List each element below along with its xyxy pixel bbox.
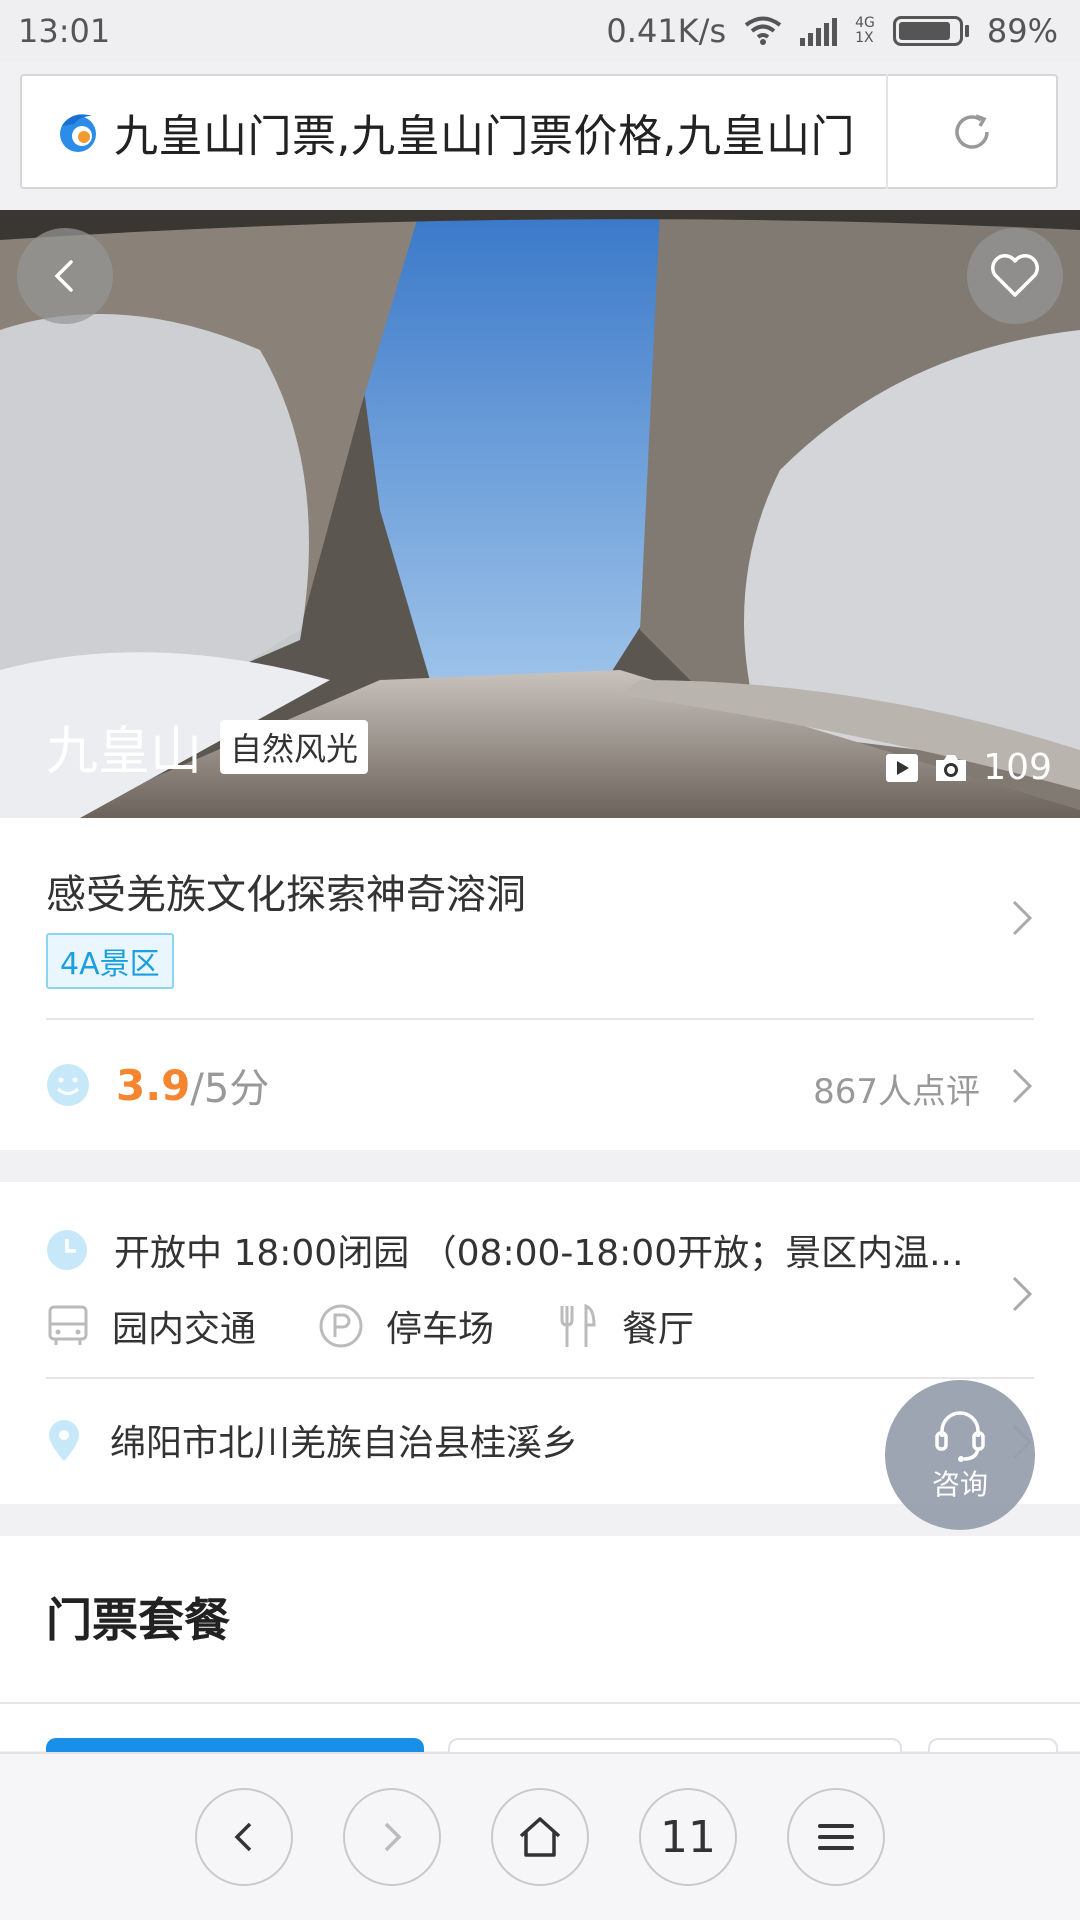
chevron-right-icon	[1012, 1276, 1033, 1312]
browser-bottom-nav: 11	[0, 1752, 1080, 1920]
hero-banner[interactable]: 九皇山 自然风光 109	[0, 210, 1080, 818]
facility-restaurant: 餐厅	[556, 1300, 694, 1352]
hero-title: 九皇山 自然风光	[46, 709, 369, 784]
address: 绵阳市北川羌族自治县桂溪乡	[46, 1414, 578, 1466]
chevron-right-icon	[1012, 1068, 1033, 1104]
slogan: 感受羌族文化探索神奇溶洞	[46, 872, 526, 918]
home-icon	[519, 1817, 561, 1857]
parking-icon	[319, 1304, 363, 1348]
intro-section: 感受羌族文化探索神奇溶洞 4A景区 3.9 /5分 867人点评	[0, 818, 1080, 1150]
smiley-icon	[47, 1064, 89, 1106]
status-bar: 13:01 0.41K/s 4G 1X 89%	[0, 0, 1080, 62]
battery-icon	[892, 16, 969, 46]
consult-label: 咨询	[931, 1468, 988, 1501]
chevron-right-icon	[1012, 900, 1033, 936]
nav-home-button[interactable]	[491, 1788, 589, 1886]
divider	[0, 1702, 1080, 1704]
level-tag: 4A景区	[46, 933, 174, 989]
camera-icon	[936, 754, 967, 781]
media-gallery-button[interactable]: 109	[885, 747, 1052, 788]
video-icon	[886, 753, 919, 782]
status-time: 13:01	[18, 12, 111, 50]
page-url-title[interactable]: 九皇山门票,九皇山门票价格,九皇山门	[114, 100, 886, 164]
heart-icon	[991, 254, 1039, 297]
opening-hours-text: 开放中 18:00闭园 （08:00-18:00开放；景区内温...	[114, 1233, 964, 1274]
menu-icon	[818, 1824, 854, 1850]
headset-icon	[935, 1411, 985, 1462]
nav-forward-button[interactable]	[343, 1788, 441, 1886]
battery-percent: 89%	[986, 12, 1058, 50]
fork-knife-icon	[560, 1303, 596, 1347]
back-button[interactable]	[17, 228, 113, 324]
bus-icon	[48, 1305, 88, 1345]
rating: 3.9 /5分	[46, 1056, 269, 1114]
nav-back-button[interactable]	[195, 1788, 293, 1886]
rating-max: /5分	[190, 1066, 270, 1112]
facilities: 园内交通 停车场 餐厅	[46, 1300, 756, 1352]
facility-parking: 停车场	[318, 1300, 494, 1352]
wifi-icon	[744, 16, 782, 45]
signal-icon	[800, 16, 838, 46]
location-pin-icon	[49, 1420, 79, 1461]
consult-button[interactable]: 咨询	[885, 1380, 1035, 1530]
intro-row[interactable]: 感受羌族文化探索神奇溶洞 4A景区	[0, 818, 1080, 1018]
address-text: 绵阳市北川羌族自治县桂溪乡	[110, 1423, 579, 1464]
network-speed: 0.41K/s	[606, 12, 727, 50]
rating-score: 3.9	[116, 1060, 191, 1110]
reload-button[interactable]	[888, 76, 1056, 187]
nav-menu-button[interactable]	[787, 1788, 885, 1886]
opening-hours: 开放中 18:00闭园 （08:00-18:00开放；景区内温...	[46, 1224, 963, 1276]
nav-tabs-button[interactable]: 11	[639, 1788, 737, 1886]
tickets-title: 门票套餐	[46, 1593, 230, 1647]
chevron-left-icon	[234, 1822, 252, 1852]
review-count: 867人点评	[813, 1072, 980, 1112]
tickets-section: 门票套餐	[0, 1536, 1080, 1751]
tab-count: 11	[660, 1811, 716, 1863]
attraction-name: 九皇山	[46, 722, 203, 782]
photo-count: 109	[983, 747, 1052, 788]
network-type: 4G 1X	[855, 15, 875, 46]
facility-transport: 园内交通	[46, 1300, 256, 1352]
clock-icon	[47, 1230, 87, 1270]
address-bar[interactable]: 九皇山门票,九皇山门票价格,九皇山门	[20, 74, 1058, 189]
chevron-right-icon	[384, 1822, 402, 1852]
category-tag: 自然风光	[220, 719, 369, 774]
favorite-button[interactable]	[967, 228, 1063, 324]
chevron-left-icon	[54, 260, 73, 292]
browser-logo-icon	[60, 113, 96, 152]
reload-icon	[955, 113, 989, 149]
